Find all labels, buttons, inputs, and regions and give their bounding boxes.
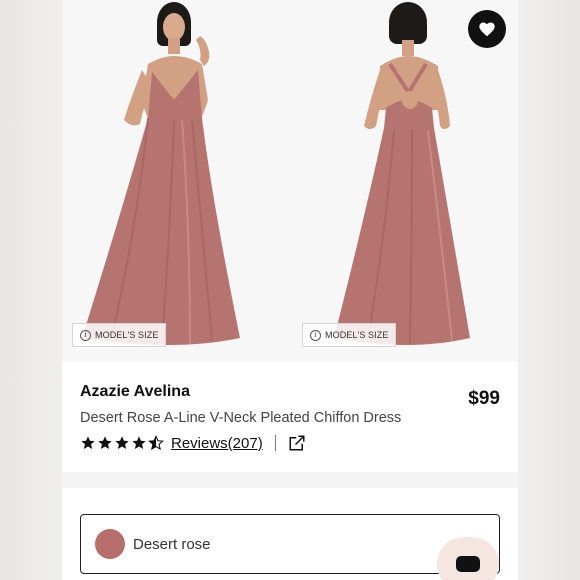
model-size-label: MODEL'S SIZE bbox=[325, 330, 389, 340]
star-icon bbox=[98, 436, 112, 449]
product-title: Desert Rose A-Line V-Neck Pleated Chiffo… bbox=[80, 410, 402, 426]
external-link-icon bbox=[289, 435, 305, 451]
half-star-icon bbox=[148, 435, 164, 451]
product-photo-front[interactable] bbox=[62, 0, 290, 362]
star-icon bbox=[115, 436, 129, 449]
product-card: i MODEL'S SIZE i MODEL'S SIZE Azazie Ave… bbox=[62, 0, 518, 580]
model-size-badge-back[interactable]: i MODEL'S SIZE bbox=[302, 323, 397, 347]
product-gallery[interactable]: i MODEL'S SIZE i MODEL'S SIZE bbox=[62, 0, 518, 362]
color-selected-label: Desert rose bbox=[133, 535, 211, 553]
star-rating bbox=[80, 435, 164, 451]
background-right bbox=[518, 0, 580, 580]
wishlist-button[interactable] bbox=[468, 10, 506, 48]
product-price: $99 bbox=[468, 388, 500, 409]
info-icon: i bbox=[80, 329, 91, 341]
product-photo-back[interactable] bbox=[290, 0, 518, 362]
share-button[interactable] bbox=[288, 434, 306, 452]
star-icon bbox=[132, 436, 146, 449]
divider bbox=[274, 435, 276, 451]
color-swatch bbox=[95, 529, 125, 559]
star-icon bbox=[81, 436, 95, 449]
section-divider bbox=[62, 472, 518, 488]
info-icon: i bbox=[310, 329, 321, 341]
chat-button[interactable] bbox=[437, 537, 499, 580]
reviews-link[interactable]: Reviews(207) bbox=[171, 435, 263, 452]
model-size-label: MODEL'S SIZE bbox=[95, 330, 159, 340]
chat-icon bbox=[456, 556, 480, 572]
heart-icon bbox=[479, 22, 495, 37]
rating-row: Reviews(207) bbox=[80, 433, 306, 453]
model-size-badge-front[interactable]: i MODEL'S SIZE bbox=[72, 323, 167, 347]
background-left bbox=[0, 0, 62, 580]
product-brand: Azazie Avelina bbox=[80, 383, 190, 400]
